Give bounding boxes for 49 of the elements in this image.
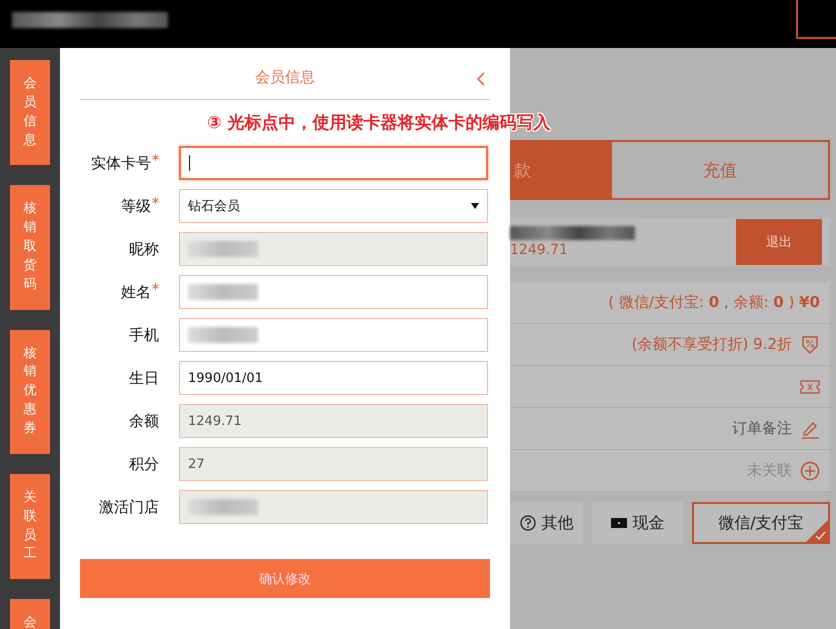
blurred-text bbox=[188, 284, 258, 300]
blurred-text bbox=[188, 499, 258, 515]
payment-button[interactable]: 微信/支付宝 bbox=[692, 502, 830, 544]
modal-title: 会员信息 bbox=[255, 68, 315, 87]
input-field[interactable]: 钻石会员 bbox=[179, 189, 488, 223]
tab[interactable]: 充值 bbox=[610, 140, 830, 200]
row-text: (余额不享受打折) 9.2折 bbox=[632, 335, 792, 354]
discount-tag-icon[interactable] bbox=[800, 334, 820, 354]
blurred-text bbox=[188, 241, 258, 257]
field-label: 实体卡号 bbox=[80, 154, 179, 172]
sidebar-tab[interactable]: 核销取货码 bbox=[10, 185, 50, 310]
row-text: ( 微信/支付宝: 0 , 余额: 0 ) ¥0 bbox=[608, 293, 820, 312]
annotation-text: ③ 光标点中，使用读卡器将实体卡的编码写入 bbox=[207, 112, 550, 134]
input-field[interactable]: 1990/01/01 bbox=[179, 361, 488, 395]
row-text: 订单备注 bbox=[732, 419, 792, 438]
check-corner-icon bbox=[806, 520, 828, 542]
balance-text: 1249.71 bbox=[510, 242, 569, 258]
field-label: 手机 bbox=[128, 326, 160, 344]
field-label: 等级 bbox=[80, 196, 179, 216]
input-field[interactable] bbox=[179, 275, 488, 309]
field-label: 姓名 bbox=[80, 282, 179, 302]
field-label: 激活门店 bbox=[98, 498, 160, 516]
input-field[interactable]: 1249.71 bbox=[179, 404, 488, 438]
field-label: 余额 bbox=[128, 412, 160, 430]
sidebar-tab[interactable]: 关联员工 bbox=[10, 474, 50, 580]
input-field[interactable] bbox=[179, 318, 488, 352]
question-icon bbox=[520, 515, 536, 531]
field-label: 昵称 bbox=[128, 240, 160, 258]
sidebar-tab[interactable]: 会 bbox=[10, 599, 50, 629]
caret-icon bbox=[471, 203, 479, 209]
corner-frame bbox=[796, 0, 836, 39]
logout-button[interactable]: 退出 bbox=[736, 219, 822, 265]
payment-button[interactable]: 其他 bbox=[510, 502, 583, 544]
plus-circle-icon[interactable] bbox=[800, 460, 820, 480]
field-label: 积分 bbox=[128, 454, 160, 474]
blurred-text bbox=[188, 327, 258, 343]
tab[interactable]: 款 bbox=[510, 140, 610, 200]
cash-icon bbox=[610, 517, 626, 529]
back-chevron-icon[interactable] bbox=[476, 72, 486, 86]
sidebar-tab[interactable]: 核销优惠券 bbox=[10, 330, 50, 454]
field-label: 生日 bbox=[128, 368, 160, 388]
input-field[interactable] bbox=[179, 232, 488, 266]
sidebar-tab[interactable]: 会员信息 bbox=[10, 60, 50, 166]
input-field[interactable] bbox=[179, 146, 488, 180]
confirm-button[interactable]: 确认修改 bbox=[80, 559, 490, 598]
input-field[interactable]: 27 bbox=[179, 447, 488, 481]
payment-button[interactable]: 现金 bbox=[592, 502, 683, 544]
input-field[interactable] bbox=[179, 490, 488, 524]
ticket-icon[interactable] bbox=[800, 380, 820, 394]
